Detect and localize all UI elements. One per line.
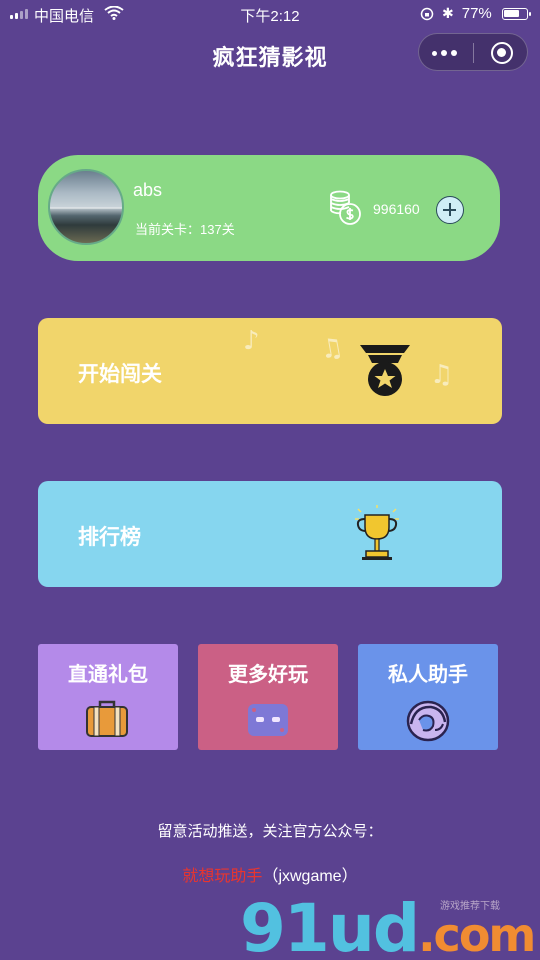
helper-avatar-icon — [406, 700, 450, 742]
game-controller-icon — [248, 704, 288, 736]
avatar[interactable] — [48, 169, 124, 245]
username: abs — [133, 180, 163, 200]
official-account[interactable]: 就想玩助手（jxwgame） — [0, 862, 540, 886]
suitcase-icon — [86, 700, 128, 737]
personal-assistant-card[interactable]: 私人助手 — [358, 644, 498, 750]
start-game-label: 开始闯关 — [78, 363, 162, 386]
bluetooth-icon: ✱ — [442, 5, 454, 21]
capsule-divider — [473, 43, 474, 63]
battery-icon — [502, 8, 531, 20]
gift-pack-label: 直通礼包 — [68, 664, 148, 686]
more-icon[interactable] — [432, 50, 457, 56]
add-coins-button[interactable] — [436, 196, 464, 224]
start-game-button[interactable]: 开始闯关 ♪ ♫ ♫ — [38, 318, 502, 424]
personal-assistant-label: 私人助手 — [388, 664, 468, 686]
more-games-card[interactable]: 更多好玩 — [198, 644, 338, 750]
coins-icon — [330, 190, 361, 225]
more-games-label: 更多好玩 — [228, 664, 308, 686]
music-note-icon: ♫ — [317, 332, 346, 366]
gift-pack-card[interactable]: 直通礼包 — [38, 644, 178, 750]
current-level: 当前关卡：137关 — [135, 222, 235, 237]
official-account-id: （jxwgame） — [262, 868, 358, 885]
watermark-caption: 游戏推荐下载 — [440, 901, 500, 912]
ranking-label: 排行榜 — [78, 526, 141, 549]
user-card: abs 当前关卡：137关 996160 — [38, 155, 500, 261]
coins-value: 996160 — [373, 201, 420, 217]
official-account-name: 就想玩助手 — [182, 868, 263, 885]
music-note-icon: ♪ — [243, 326, 260, 356]
ranking-button[interactable]: 排行榜 — [38, 481, 502, 587]
medal-icon — [360, 345, 410, 396]
music-note-icon: ♫ — [430, 360, 454, 390]
follow-notice: 留意活动推送，关注官方公众号： — [157, 823, 383, 840]
rotation-lock-icon — [420, 7, 434, 20]
close-miniprogram-icon[interactable] — [491, 42, 513, 64]
trophy-icon — [355, 505, 399, 560]
battery-percent: 77% — [461, 5, 492, 22]
status-bar: 中国电信 下午2:12 ✱ 77% — [0, 0, 540, 28]
mini-program-capsule — [418, 33, 528, 71]
